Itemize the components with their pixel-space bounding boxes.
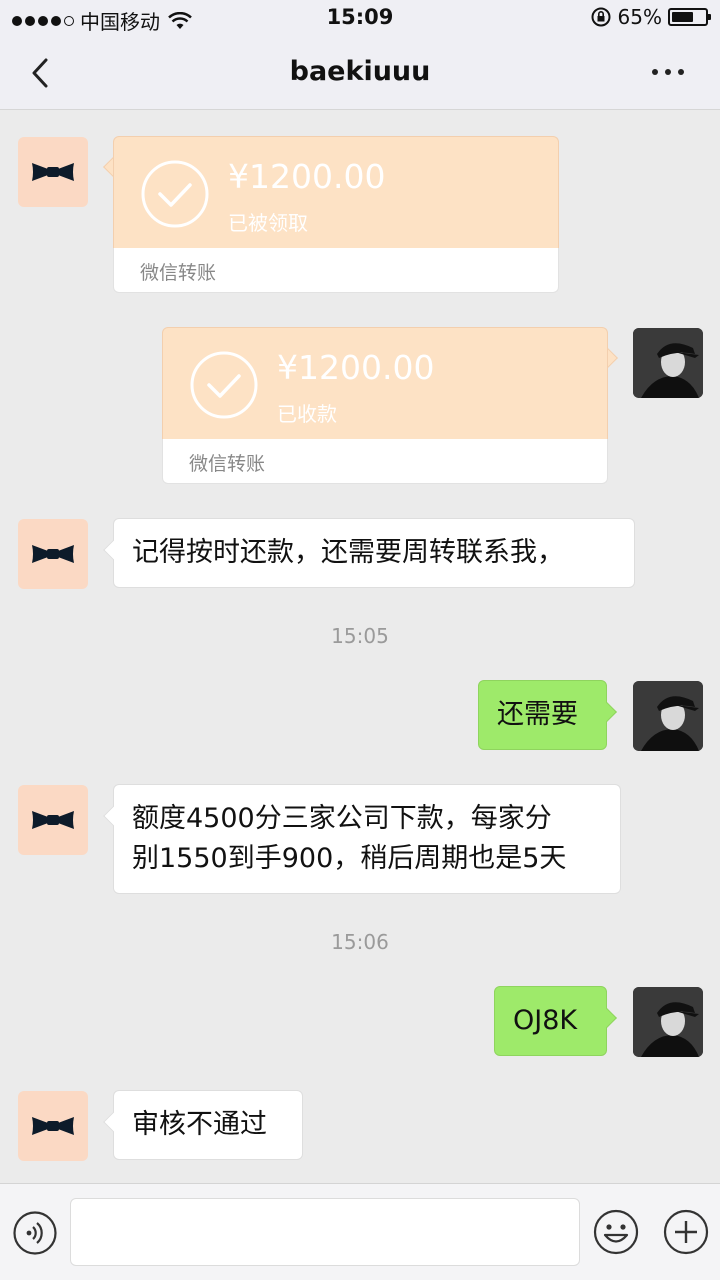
contact-avatar[interactable]	[18, 519, 88, 589]
status-bar: 中国移动 15:09 65%	[0, 0, 720, 36]
bowtie-icon	[32, 1117, 74, 1135]
nav-bar: baekiuuu	[0, 36, 720, 110]
user-avatar[interactable]	[633, 328, 703, 398]
bowtie-icon	[32, 811, 74, 829]
transfer-label: 微信转账	[189, 453, 266, 475]
message-text: 额度4500分三家公司下款，每家分 别1550到手900，稍后周期也是5天	[132, 803, 567, 874]
transfer-label: 微信转账	[140, 262, 217, 284]
user-photo	[633, 987, 703, 1057]
message-bubble[interactable]: OJ8K	[494, 986, 617, 1056]
contact-avatar[interactable]	[18, 1091, 88, 1161]
message-bubble[interactable]: 记得按时还款，还需要周转联系我，	[103, 518, 635, 588]
chat-title: baekiuuu	[289, 56, 431, 87]
emoji-icon[interactable]	[592, 1208, 640, 1256]
rotation-lock-icon	[591, 7, 611, 27]
battery-icon	[668, 8, 711, 26]
message-bubble[interactable]: 还需要	[478, 680, 617, 750]
check-circle-icon	[141, 160, 209, 228]
transfer-amount: ¥1200.00	[277, 348, 435, 387]
input-bar	[0, 1183, 720, 1280]
message-timestamp: 15:05	[331, 624, 389, 648]
message-bubble[interactable]: 审核不通过	[103, 1090, 303, 1160]
transfer-amount: ¥1200.00	[228, 157, 386, 196]
user-avatar[interactable]	[633, 681, 703, 751]
message-text: OJ8K	[513, 1005, 578, 1036]
message-text: 记得按时还款，还需要周转联系我，	[132, 537, 564, 568]
bowtie-icon	[32, 545, 74, 563]
more-icon[interactable]	[652, 62, 692, 82]
user-avatar[interactable]	[633, 987, 703, 1057]
transfer-card[interactable]: ¥1200.00 已被领取 微信转账	[103, 136, 559, 293]
bowtie-icon	[32, 163, 74, 181]
message-text: 还需要	[497, 699, 578, 730]
message-timestamp: 15:06	[331, 930, 389, 954]
voice-icon[interactable]	[12, 1210, 58, 1256]
transfer-card[interactable]: ¥1200.00 已收款 微信转账	[162, 327, 618, 484]
message-bubble[interactable]: 额度4500分三家公司下款，每家分 别1550到手900，稍后周期也是5天	[103, 784, 621, 894]
status-right: 65%	[590, 5, 711, 29]
message-input[interactable]	[70, 1198, 580, 1266]
contact-avatar[interactable]	[18, 785, 88, 855]
user-photo	[633, 328, 703, 398]
contact-avatar[interactable]	[18, 137, 88, 207]
plus-icon[interactable]	[662, 1208, 710, 1256]
user-photo	[633, 681, 703, 751]
message-text: 审核不通过	[132, 1109, 267, 1140]
battery-percent: 65%	[617, 5, 662, 29]
transfer-status: 已被领取	[228, 211, 308, 235]
transfer-status: 已收款	[277, 402, 337, 426]
check-circle-icon	[190, 351, 258, 419]
